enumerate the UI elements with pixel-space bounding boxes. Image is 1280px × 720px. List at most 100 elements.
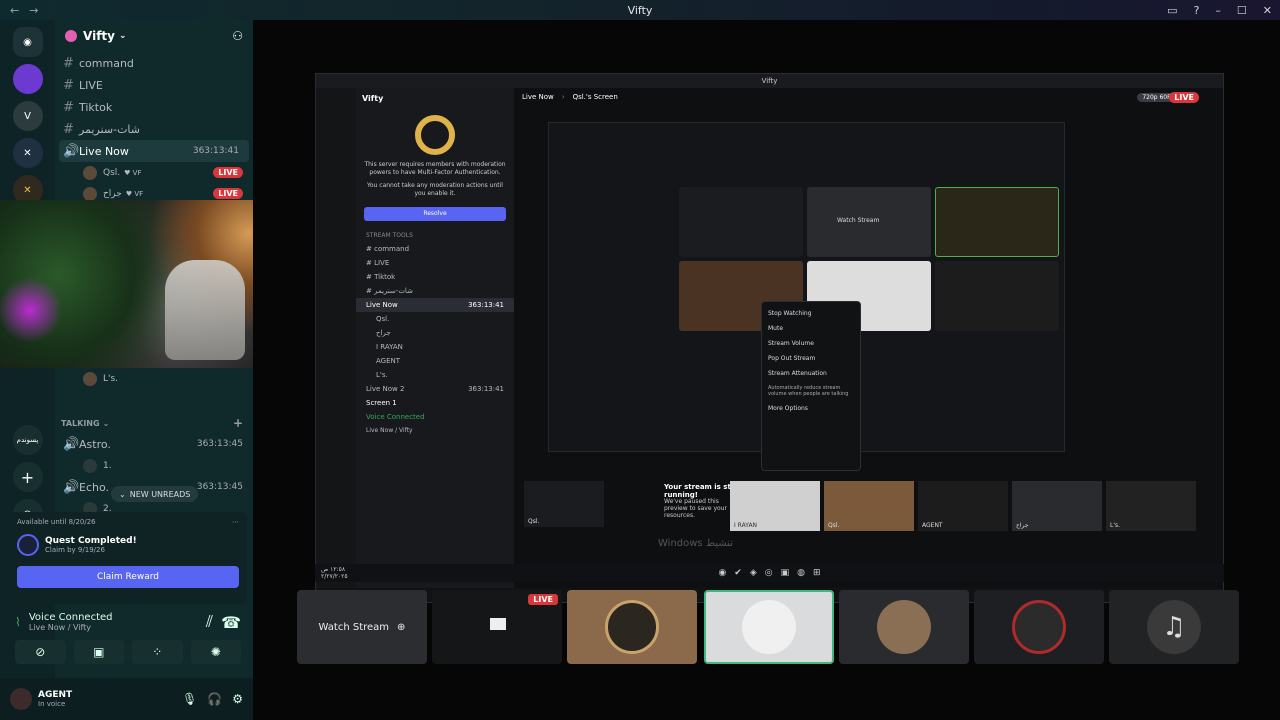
gear-icon[interactable]: ⚙ <box>232 692 243 706</box>
taskbar-icon: ✔ <box>734 568 742 578</box>
voice-member[interactable]: Qsl. ♥ VF LIVE <box>55 162 253 183</box>
inner-guild-name: Vifty <box>362 94 384 103</box>
avatar <box>1012 600 1066 654</box>
server-icon[interactable] <box>12 64 43 94</box>
key-icon <box>415 115 455 155</box>
inner-member: I RAYAN <box>376 342 403 351</box>
server-icon-vifty[interactable]: V <box>12 101 43 131</box>
quest-card: Available until 8/20/26 ⋯ Quest Complete… <box>9 512 247 604</box>
camera-off-button[interactable]: ⊘ <box>15 640 66 664</box>
voice-member[interactable]: L's. <box>55 368 253 389</box>
minimize-button[interactable]: – <box>1215 4 1221 17</box>
stream-tile-screen[interactable]: LIVE <box>432 590 562 664</box>
window-title: Vifty <box>627 3 653 17</box>
window-controls: ▭ ? – ☐ ✕ <box>1167 0 1272 20</box>
inner-member: جراح <box>376 328 391 337</box>
guild-icon <box>65 30 77 42</box>
back-icon[interactable]: ← <box>10 4 19 17</box>
inner-strip-tile: L's. <box>1106 481 1196 531</box>
member-name: L's. <box>103 373 119 384</box>
cast-icon: ⊕ <box>397 621 406 633</box>
mfa-message: This server requires members with modera… <box>364 161 506 177</box>
add-server-icon[interactable]: + <box>12 462 43 492</box>
inner-main: Live Now › Qsl.'s Screen 720p 60FPS LIVE… <box>514 88 1223 588</box>
channel-command[interactable]: # command <box>55 52 253 74</box>
inner-member: AGENT <box>376 356 401 365</box>
inbox-icon[interactable]: ▭ <box>1167 4 1177 17</box>
add-channel-icon[interactable]: + <box>233 416 243 430</box>
streamed-window: Vifty Vifty This server requires members… <box>315 73 1224 603</box>
help-icon[interactable]: ? <box>1194 4 1200 17</box>
stream-tile-user[interactable] <box>839 590 969 664</box>
user-panel: AGENT In voice 🎙 🎧 ⚙ <box>0 678 253 720</box>
taskbar-clock: ١٢:٥٨ ص ٢/٢٧/٢٠٢٥ <box>321 566 348 580</box>
guild-header[interactable]: Vifty ⌄ ⚇ <box>55 20 253 52</box>
user-status: In voice <box>38 700 66 708</box>
activity-button[interactable]: ⁘ <box>132 640 183 664</box>
microphone-icon[interactable]: 🎙 <box>182 692 197 706</box>
avatar <box>83 371 97 386</box>
quest-icon <box>17 534 39 556</box>
avatar[interactable] <box>10 688 32 710</box>
inner-live-channel-2: Live Now 2 363:13:41 <box>366 384 504 393</box>
inner-member: Qsl. <box>376 314 390 323</box>
soundboard-button[interactable]: ✺ <box>190 640 241 664</box>
stream-stage[interactable]: Vifty Vifty This server requires members… <box>253 20 1280 720</box>
close-button[interactable]: ✕ <box>1263 4 1272 17</box>
headphones-icon[interactable]: 🎧 <box>207 692 222 706</box>
speaker-icon: 🔊 <box>63 479 80 495</box>
voice-status: ⌇ Voice Connected Live Now / Vifty ⫽ ☎ <box>9 608 247 636</box>
channel-label: command <box>79 56 134 70</box>
add-member-icon[interactable]: ⚇ <box>232 29 243 43</box>
hash-icon: # <box>63 121 74 137</box>
more-icon[interactable]: ⋯ <box>232 518 239 526</box>
disconnect-icon[interactable]: ☎ <box>221 613 241 632</box>
channel-streamer-chat[interactable]: # شات-سنريمر <box>55 118 253 140</box>
inner-channel: # Tiktok <box>366 272 396 281</box>
voice-subtitle[interactable]: Live Now / Vifty <box>29 623 113 632</box>
menu-attenuation-desc: Automatically reduce stream volume when … <box>768 385 849 397</box>
inner-live-channel: Live Now 363:13:41 <box>356 297 514 312</box>
channel-tiktok[interactable]: # Tiktok <box>55 96 253 118</box>
channel-label: شات-سنريمر <box>79 122 140 136</box>
quest-available-text: Available until 8/20/26 <box>17 518 96 526</box>
stream-tile-user-active[interactable] <box>704 590 834 664</box>
channel-live[interactable]: # LIVE <box>55 74 253 96</box>
inner-voice-title: Voice Connected <box>366 412 425 421</box>
stream-tile-strip: Watch Stream ⊕ LIVE ♫ <box>253 590 1280 686</box>
discord-app: ← → Vifty ▭ ? – ☐ ✕ ◉ V ✕ ✕ پسوندم + ⊘ V… <box>0 0 1280 720</box>
inner-strip-tile: جراح <box>1012 481 1102 531</box>
live-badge: LIVE <box>528 594 558 605</box>
watch-stream-label: Watch Stream <box>318 621 390 633</box>
voice-channel-astro[interactable]: 🔊 Astro. 363:13:45 <box>55 433 253 455</box>
inner-category: STREAM TOOLS <box>366 231 413 239</box>
voice-member[interactable]: 1. <box>55 455 253 476</box>
hash-icon: # <box>63 99 74 115</box>
live-badge: LIVE <box>213 167 243 178</box>
taskbar-icon: ⊞ <box>813 568 821 578</box>
server-icon[interactable]: ✕ <box>12 138 43 168</box>
category-talking[interactable]: TALKING ⌄ + <box>55 413 253 433</box>
voice-title: Voice Connected <box>28 612 113 623</box>
channel-timer: 363:13:45 <box>196 482 243 492</box>
forward-icon[interactable]: → <box>29 4 38 17</box>
menu-attenuation: Stream Attenuation <box>768 370 827 377</box>
maximize-button[interactable]: ☐ <box>1237 4 1247 17</box>
watch-stream-button[interactable]: Watch Stream ⊕ <box>297 590 427 664</box>
share-screen-button[interactable]: ▣ <box>73 640 124 664</box>
voice-channel-live-now[interactable]: 🔊 Live Now 363:13:41 <box>59 140 249 162</box>
noise-suppression-icon[interactable]: ⫽ <box>206 612 213 632</box>
inner-taskbar: ١٢:٥٨ ص ٢/٢٧/٢٠٢٥ ◉ ✔ ◈ ◎ ▣ ◍ ⊞ <box>315 564 1224 582</box>
nested-tile <box>679 187 803 257</box>
discord-home-icon[interactable]: ◉ <box>12 27 43 57</box>
avatar <box>605 600 659 654</box>
quest-subtitle: Claim by 9/19/26 <box>45 546 105 554</box>
user-name: AGENT <box>38 690 73 700</box>
new-unreads-pill[interactable]: ⌄ NEW UNREADS <box>111 486 199 502</box>
stream-tile-user[interactable] <box>974 590 1104 664</box>
stream-tile-user[interactable] <box>567 590 697 664</box>
stream-tile-user[interactable]: ♫ <box>1109 590 1239 664</box>
channel-label: Astro. <box>79 437 111 451</box>
claim-reward-button[interactable]: Claim Reward <box>17 566 239 588</box>
server-icon-text[interactable]: پسوندم <box>12 425 43 455</box>
